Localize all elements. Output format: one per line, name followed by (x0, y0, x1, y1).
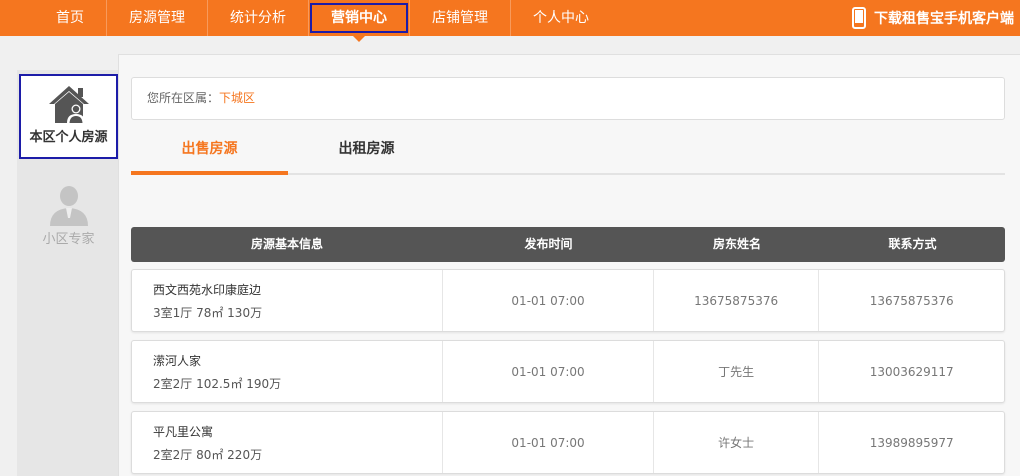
nav-item-listings[interactable]: 房源管理 (107, 0, 208, 36)
listing-name: 平凡里公寓 (153, 424, 214, 439)
table-row[interactable]: 潆河人家 2室2厅 102.5㎡ 190万 01-01 07:00 丁先生 13… (131, 340, 1005, 403)
table-header: 房源基本信息 发布时间 房东姓名 联系方式 (131, 227, 1005, 262)
listing-tabs: 出售房源 出租房源 (131, 133, 1005, 175)
publish-time-cell: 01-01 07:00 (443, 341, 654, 402)
person-icon (49, 186, 88, 226)
listing-name: 西文西苑水印康庭边 (153, 282, 262, 297)
column-header-publish-time: 发布时间 (524, 237, 573, 251)
main-nav: 首页 房源管理 统计分析 营销中心 店铺管理 个人中心 (34, 0, 611, 42)
listing-spec: 3室1厅 78㎡ 130万 (153, 305, 263, 320)
contact-cell: 13989895977 (869, 435, 954, 450)
publish-time-cell: 01-01 07:00 (443, 270, 654, 331)
owner-name-cell: 13675875376 (654, 270, 820, 331)
contact-cell: 13003629117 (869, 364, 954, 379)
listing-info-cell: 潆河人家 2室2厅 102.5㎡ 190万 (132, 341, 444, 402)
tab-for-rent[interactable]: 出租房源 (288, 133, 445, 175)
listing-info-cell: 平凡里公寓 2室2厅 80㎡ 220万 (132, 412, 444, 473)
region-link[interactable]: 下城区 (219, 91, 255, 105)
listing-info-cell: 西文西苑水印康庭边 3室1厅 78㎡ 130万 (132, 270, 444, 331)
owner-name-cell: 许女士 (654, 412, 820, 473)
column-header-contact: 联系方式 (888, 237, 937, 251)
download-app-label: 下载租售宝手机客户端 (874, 11, 1014, 27)
table-row[interactable]: 平凡里公寓 2室2厅 80㎡ 220万 01-01 07:00 许女士 1398… (131, 411, 1005, 474)
nav-item-store[interactable]: 店铺管理 (410, 0, 511, 36)
mobile-phone-icon (852, 7, 866, 29)
sidebar-item-community-expert[interactable]: 小区专家 (19, 176, 118, 250)
region-prefix: 您所在区属： (147, 91, 220, 105)
listing-name: 潆河人家 (153, 353, 202, 368)
tab-for-sale[interactable]: 出售房源 (131, 133, 288, 175)
listing-spec: 2室2厅 102.5㎡ 190万 (153, 376, 282, 391)
contact-cell: 13675875376 (869, 293, 954, 308)
table-row[interactable]: 西文西苑水印康庭边 3室1厅 78㎡ 130万 01-01 07:00 1367… (131, 269, 1005, 332)
nav-active-caret (353, 36, 365, 42)
house-user-icon (48, 86, 89, 123)
sidebar-item-label: 本区个人房源 (29, 130, 108, 145)
column-header-owner-name: 房东姓名 (712, 237, 761, 251)
download-app-link[interactable]: 下载租售宝手机客户端 (852, 0, 1014, 36)
sidebar-item-label: 小区专家 (42, 232, 95, 247)
nav-active-highlight (310, 3, 408, 33)
owner-name-cell: 丁先生 (654, 341, 820, 402)
sidebar-item-area-personal-listings[interactable]: 本区个人房源 (19, 74, 118, 159)
nav-item-home[interactable]: 首页 (34, 0, 107, 36)
nav-item-personal[interactable]: 个人中心 (511, 0, 611, 36)
top-nav-bar: 首页 房源管理 统计分析 营销中心 店铺管理 个人中心 下载租售宝手机客户端 (0, 0, 1020, 42)
listing-spec: 2室2厅 80㎡ 220万 (153, 447, 263, 462)
column-header-basic-info: 房源基本信息 (250, 237, 323, 251)
nav-item-statistics[interactable]: 统计分析 (208, 0, 309, 36)
publish-time-cell: 01-01 07:00 (443, 412, 654, 473)
nav-item-marketing[interactable]: 营销中心 (309, 0, 410, 42)
region-info: 您所在区属：下城区 (131, 77, 1005, 120)
main-panel: 您所在区属：下城区 出售房源 出租房源 房源基本信息 发布时间 房东姓名 联系方… (118, 54, 1020, 476)
